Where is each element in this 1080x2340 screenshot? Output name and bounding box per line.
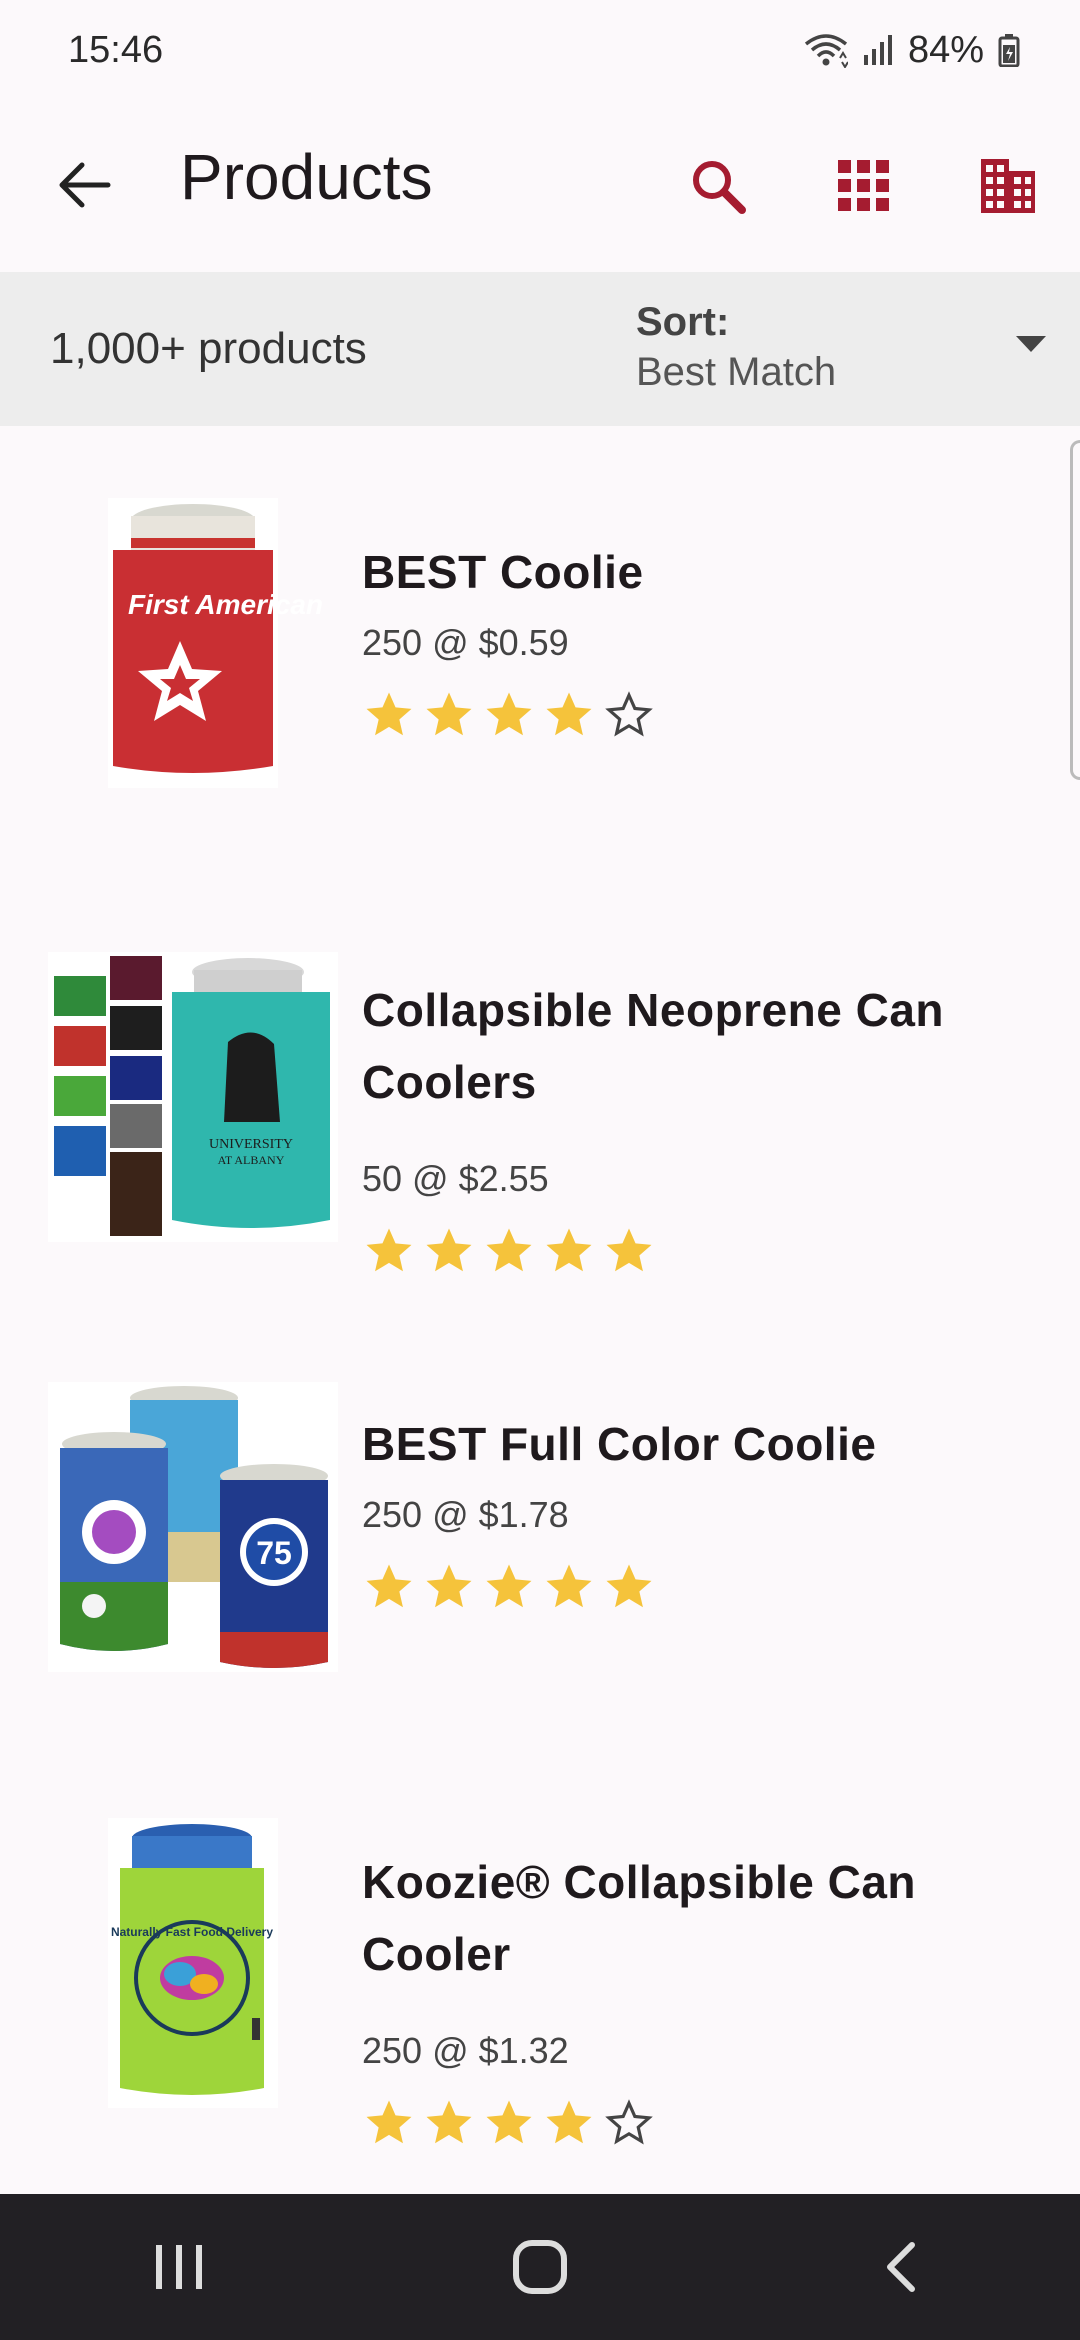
star-filled-icon: [546, 692, 592, 736]
product-list: First American BEST Coolie 250 @ $0.59 U…: [0, 426, 1080, 2306]
thumb-text: First American: [128, 589, 323, 620]
home-button[interactable]: [480, 2217, 600, 2317]
star-empty-icon: [605, 2099, 653, 2145]
grid-view-icon: [838, 160, 889, 211]
star-filled-icon: [426, 692, 472, 736]
star-filled-icon: [366, 1228, 412, 1272]
search-icon: [693, 161, 746, 214]
signal-icon: [862, 33, 894, 67]
star-filled-icon: [486, 692, 532, 736]
star-filled-icon: [426, 2100, 472, 2144]
rating-stars: [362, 1224, 656, 1278]
star-filled-icon: [546, 1564, 592, 1608]
star-filled-icon: [366, 2100, 412, 2144]
status-icons: 84%: [804, 29, 1020, 72]
back-icon: [887, 2242, 915, 2292]
product-price: 50 @ $2.55: [362, 1158, 549, 1199]
product-image: Naturally Fast Food Delivery: [48, 1818, 338, 2108]
star-filled-icon: [426, 1564, 472, 1608]
building-icon: [981, 159, 1035, 213]
sort-value: Best Match: [636, 350, 837, 394]
svg-text:UNIVERSITY: UNIVERSITY: [209, 1137, 293, 1152]
product-name[interactable]: Koozie® Collapsible Can Cooler: [362, 1846, 1002, 1990]
star-filled-icon: [606, 1564, 652, 1608]
back-button[interactable]: [50, 150, 120, 220]
recent-apps-icon: [156, 2245, 202, 2289]
thumb-text: 75: [256, 1535, 292, 1571]
product-image: 75: [48, 1382, 338, 1672]
grid-view-button[interactable]: [822, 144, 906, 228]
rating-stars: [362, 1560, 656, 1614]
sort-dropdown[interactable]: Sort: Best Match: [636, 300, 1046, 400]
page-title: Products: [180, 141, 433, 213]
scrollbar[interactable]: [1070, 440, 1080, 780]
star-filled-icon: [366, 692, 412, 736]
star-filled-icon: [546, 1228, 592, 1272]
star-filled-icon: [486, 2100, 532, 2144]
product-name[interactable]: Collapsible Neoprene Can Coolers: [362, 974, 1002, 1118]
product-image: UNIVERSITY AT ALBANY: [48, 952, 338, 1242]
product-image: First American: [48, 498, 338, 788]
star-filled-icon: [486, 1564, 532, 1608]
svg-text:AT ALBANY: AT ALBANY: [218, 1153, 285, 1167]
star-filled-icon: [486, 1228, 532, 1272]
star-filled-icon: [426, 1228, 472, 1272]
status-bar: 15:46 84%: [0, 0, 1080, 100]
battery-text: 84%: [907, 28, 984, 71]
app-bar: Products: [0, 100, 1080, 272]
status-time: 15:46: [68, 28, 164, 71]
battery-icon: [998, 33, 1020, 67]
caret-down-icon: [1016, 336, 1046, 352]
rating-stars: [362, 2096, 656, 2150]
star-empty-icon: [605, 691, 653, 737]
search-button[interactable]: [676, 144, 760, 228]
star-filled-icon: [606, 1228, 652, 1272]
wifi-icon: [804, 32, 848, 68]
product-price: 250 @ $0.59: [362, 622, 569, 663]
recent-apps-button[interactable]: [120, 2217, 240, 2317]
star-filled-icon: [366, 1564, 412, 1608]
rating-stars: [362, 688, 656, 742]
star-filled-icon: [546, 2100, 592, 2144]
product-name[interactable]: BEST Coolie: [362, 536, 1002, 608]
product-price: 250 @ $1.78: [362, 1494, 569, 1535]
result-count: 1,000+ products: [50, 324, 367, 373]
product-item[interactable]: UNIVERSITY AT ALBANY Collapsible Neopren…: [0, 896, 1080, 1366]
system-nav-bar: [0, 2194, 1080, 2340]
product-name[interactable]: BEST Full Color Coolie: [362, 1408, 1002, 1480]
sort-bar: 1,000+ products Sort: Best Match: [0, 272, 1080, 426]
product-item[interactable]: First American BEST Coolie 250 @ $0.59: [0, 426, 1080, 896]
product-price: 250 @ $1.32: [362, 2030, 569, 2071]
sort-label: Sort:: [636, 300, 730, 344]
home-icon: [513, 2240, 567, 2294]
product-item[interactable]: 75 BEST Full Color Coolie 250 @ $1.78: [0, 1366, 1080, 1836]
arrow-left-icon: [59, 162, 111, 208]
nav-back-button[interactable]: [840, 2217, 960, 2317]
company-button[interactable]: [966, 144, 1050, 228]
thumb-text: Naturally Fast Food Delivery: [111, 1925, 273, 1939]
